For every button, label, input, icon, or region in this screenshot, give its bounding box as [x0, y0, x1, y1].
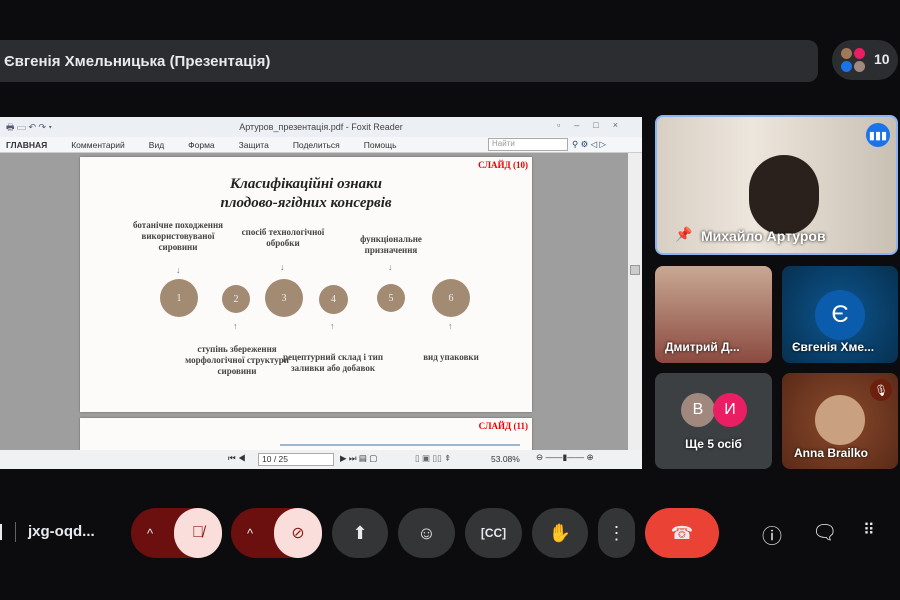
label-bottom: рецептурний склад і тип заливки або доба… — [282, 352, 384, 373]
slide-number: СЛАЙД (11) — [478, 421, 528, 431]
arrow-up-icon: ↑ — [448, 321, 453, 331]
activities-icon[interactable]: ⠿ — [863, 520, 875, 540]
camera-control: ^ ⊘ — [231, 508, 322, 558]
foxit-status-bar: ⏮ ◀ 10 / 25 ▶ ⏭ ▤ ▢ ▯ ▣ ▯▯ ⇞ 53.08% ⊖ ——… — [0, 450, 642, 469]
search-input[interactable]: Найти — [488, 138, 568, 151]
zoom-slider[interactable]: ⊖ ——▮—— ⊕ — [536, 452, 594, 463]
arrow-down-icon: ↓ — [280, 262, 285, 272]
title-line: Класифікаційні ознаки — [229, 176, 383, 192]
vertical-scrollbar[interactable] — [628, 153, 642, 450]
circle-3: 3 — [265, 279, 303, 317]
tile-speaker[interactable]: ▮▮▮ 📌 Михайло Артуров — [655, 115, 898, 255]
menu-share[interactable]: Поделиться — [293, 140, 340, 150]
arrow-down-icon: ↓ — [388, 262, 393, 272]
video-feed — [749, 155, 819, 235]
menu-form[interactable]: Форма — [188, 140, 215, 150]
menu-help[interactable]: Помощь — [364, 140, 397, 150]
foxit-menu-bar: ГЛАВНАЯ Комментарий Вид Форма Защита Под… — [0, 137, 642, 153]
menu-comment[interactable]: Комментарий — [71, 140, 125, 150]
pin-icon[interactable]: 📌 — [675, 226, 692, 243]
speaking-icon: ▮▮▮ — [866, 123, 890, 147]
tile-name: Дмитрий Д... — [665, 340, 740, 354]
meeting-code: jxg-oqd... — [28, 523, 95, 540]
slide-page: СЛАЙД (10) Класифікаційні ознаки плодово-… — [80, 157, 532, 412]
search-icon[interactable]: ⚲ ⚙ ◁ ▷ — [572, 139, 606, 150]
emoji-icon[interactable]: ☺ — [398, 508, 455, 558]
window-title: Артуров_презентація.pdf - Foxit Reader — [239, 122, 403, 132]
view-mode-buttons[interactable]: ▯ ▣ ▯▯ ⇞ — [415, 453, 451, 464]
tile-name: Євгенія Хме... — [792, 340, 875, 354]
foxit-title-bar: 🖶 ▭ ↶ ↷ ▾ Артуров_презентація.pdf - Foxi… — [0, 117, 642, 137]
arrow-up-icon: ↑ — [330, 321, 335, 331]
label-top: спосіб технологічної обробки — [241, 227, 325, 248]
tile-name: Ще 5 осіб — [685, 437, 742, 451]
quick-toolbar-icons[interactable]: 🖶 ▭ ↶ ↷ ▾ — [6, 120, 52, 136]
label-top: функціональне призначення — [360, 234, 422, 255]
tile-participant[interactable]: 🎙 Anna Brailko — [782, 373, 898, 469]
arrow-down-icon: ↓ — [176, 265, 181, 275]
camera-off-icon[interactable]: ⊘ — [274, 508, 322, 558]
tile-participant[interactable]: Є Євгенія Хме... — [782, 266, 898, 363]
page-nav-buttons[interactable]: ⏮ ◀ — [228, 453, 246, 464]
avatar — [854, 61, 865, 72]
label-top: ботанічне походження використовуваної си… — [132, 220, 224, 252]
circle-1: 1 — [160, 279, 198, 317]
zoom-level: 53.08% — [491, 454, 520, 464]
window-controls[interactable]: ▫–□× — [557, 120, 632, 130]
mic-off-icon[interactable]: 🎙̸ — [174, 508, 222, 558]
more-options-icon[interactable]: ⋮ — [598, 508, 635, 558]
divider — [0, 524, 2, 540]
avatar: И — [713, 393, 747, 427]
tile-name: Михайло Артуров — [701, 228, 826, 244]
menu-view[interactable]: Вид — [149, 140, 164, 150]
avatar — [841, 48, 852, 59]
participants-button[interactable]: 10 — [832, 40, 898, 80]
chat-icon[interactable]: 🗨 — [812, 520, 837, 545]
menu-protect[interactable]: Защита — [239, 140, 269, 150]
captions-icon[interactable]: [CC] — [465, 508, 522, 558]
label-bottom: вид упаковки — [423, 352, 479, 362]
next-page-button[interactable]: ▶ ⏭ ▤ ▢ — [340, 453, 377, 464]
page-input[interactable]: 10 / 25 — [258, 453, 334, 466]
slide-title: Класифікаційні ознаки плодово-ягідних кон… — [80, 175, 532, 213]
title-line: плодово-ягідних консервів — [220, 195, 392, 211]
circle-6: 6 — [432, 279, 470, 317]
hang-up-icon[interactable]: ☎ — [645, 508, 719, 558]
avatar: В — [681, 393, 715, 427]
avatar — [854, 48, 865, 59]
tile-name: Anna Brailko — [794, 446, 869, 460]
meeting-title: Євгенія Хмельницька (Презентація) — [4, 52, 271, 70]
circle-5: 5 — [377, 284, 405, 312]
participant-count: 10 — [874, 51, 890, 67]
divider — [15, 522, 16, 542]
avatar — [841, 61, 852, 72]
tile-others[interactable]: В И Ще 5 осіб — [655, 373, 772, 469]
label-bottom: ступінь збереження морфологічної структу… — [185, 344, 289, 376]
avatar — [815, 395, 865, 445]
info-icon[interactable]: ⓘ — [762, 520, 782, 549]
camera-options-chevron-icon[interactable]: ^ — [247, 526, 253, 541]
arrow-up-icon: ↑ — [233, 321, 238, 331]
tile-participant[interactable]: Дмитрий Д... — [655, 266, 772, 363]
circle-4: 4 — [319, 285, 348, 314]
menu-home[interactable]: ГЛАВНАЯ — [6, 140, 47, 150]
raise-hand-icon[interactable]: ✋ — [532, 508, 588, 558]
slide-number: СЛАЙД (10) — [478, 160, 528, 170]
mic-control: ^ 🎙̸ — [131, 508, 222, 558]
shared-screen: 🖶 ▭ ↶ ↷ ▾ Артуров_презентація.pdf - Foxi… — [0, 117, 642, 469]
presentation-title-bar: Євгенія Хмельницька (Презентація) — [0, 40, 818, 82]
avatar: Є — [815, 290, 865, 340]
circle-2: 2 — [222, 285, 250, 313]
mic-options-chevron-icon[interactable]: ^ — [147, 526, 153, 541]
present-screen-icon[interactable]: ⬆ — [332, 508, 388, 558]
divider — [280, 444, 520, 446]
mic-off-icon: 🎙 — [870, 379, 892, 401]
